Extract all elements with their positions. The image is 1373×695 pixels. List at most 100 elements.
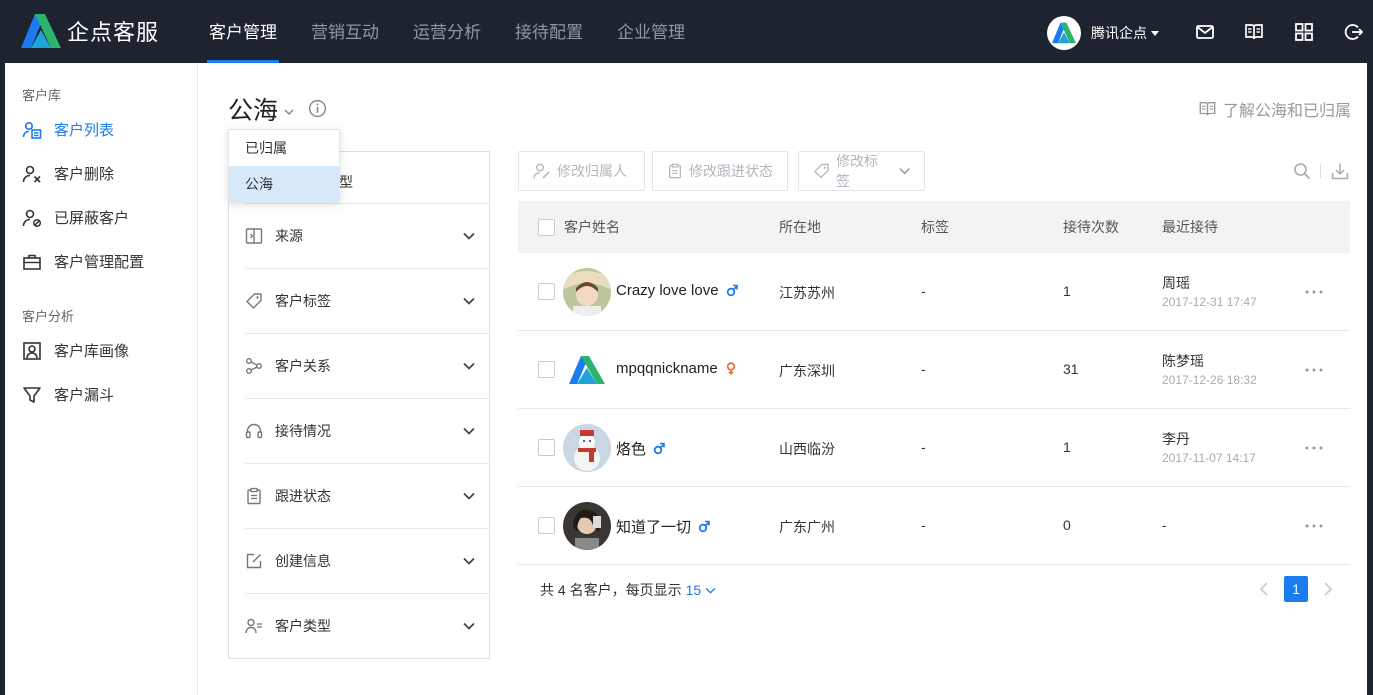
- column-header-last-reception[interactable]: 最近接待: [1162, 201, 1218, 253]
- page-size-select[interactable]: 15: [686, 582, 717, 598]
- last-agent: 陈梦瑶: [1162, 353, 1204, 369]
- visits-cell: 31: [1063, 361, 1079, 377]
- info-icon[interactable]: [308, 99, 327, 118]
- table-row[interactable]: mpqqnickname 广东深圳 - 31 陈梦瑶 2017-12-26 18…: [518, 331, 1350, 409]
- mail-icon[interactable]: [1195, 22, 1215, 42]
- chevron-down-icon: [463, 557, 475, 565]
- column-header-name[interactable]: 客户姓名: [564, 201, 620, 253]
- learn-more-link[interactable]: 了解公海和已归属: [1198, 97, 1351, 121]
- user-remove-icon: [22, 165, 41, 183]
- prev-page-icon[interactable]: [1258, 581, 1270, 597]
- app-window: 企点客服 客户管理 营销互动 运营分析 接待配置 企业管理 腾讯企点 客户库 客…: [5, 0, 1367, 695]
- nav-customer-management[interactable]: 客户管理: [195, 0, 291, 63]
- sidebar-item-label: 已屏蔽客户: [54, 210, 130, 227]
- brand-logo-icon: [21, 14, 61, 48]
- filter-follow-status[interactable]: 跟进状态: [245, 463, 489, 528]
- column-header-tag[interactable]: 标签: [921, 201, 949, 253]
- row-checkbox[interactable]: [538, 283, 555, 300]
- nav-enterprise-management[interactable]: 企业管理: [603, 0, 699, 63]
- next-page-icon[interactable]: [1322, 581, 1334, 597]
- more-icon[interactable]: [1304, 289, 1324, 295]
- book-icon[interactable]: [1244, 22, 1264, 42]
- user-menu[interactable]: 腾讯企点: [1047, 16, 1159, 50]
- sidebar-group-customer-library: 客户库: [22, 88, 62, 103]
- modify-owner-button[interactable]: 修改归属人: [518, 151, 645, 191]
- toolbar-divider: [1320, 164, 1321, 178]
- chevron-down-icon: [463, 427, 475, 435]
- download-icon[interactable]: [1331, 162, 1349, 180]
- location-cell: 山西临汾: [779, 441, 835, 457]
- page-title[interactable]: 公海: [228, 91, 294, 127]
- chevron-down-icon: [284, 109, 294, 116]
- sidebar-item-customer-delete[interactable]: 客户删除: [22, 163, 114, 184]
- filter-reception[interactable]: 接待情况: [245, 398, 489, 463]
- edit-icon: [246, 553, 262, 569]
- table-row[interactable]: 烙色 山西临汾 - 1 李丹 2017-11-07 14:17: [518, 409, 1350, 487]
- apps-grid-icon[interactable]: [1294, 22, 1314, 42]
- table-row[interactable]: 知道了一切 广东广州 - 0 -: [518, 487, 1350, 565]
- nav-marketing[interactable]: 营销互动: [297, 0, 393, 63]
- logo[interactable]: 企点客服: [21, 14, 159, 48]
- sidebar-item-customer-portrait[interactable]: 客户库画像: [22, 340, 129, 361]
- dropdown-option-assigned[interactable]: 已归属: [229, 130, 339, 166]
- last-agent: 周瑶: [1162, 275, 1190, 291]
- modify-follow-status-button[interactable]: 修改跟进状态: [652, 151, 788, 191]
- caret-down-icon: [1151, 30, 1159, 36]
- page-button-current[interactable]: 1: [1284, 576, 1308, 602]
- tag-cell: -: [921, 439, 926, 455]
- search-icon[interactable]: [1293, 162, 1311, 180]
- more-icon[interactable]: [1304, 523, 1324, 529]
- brand-name: 企点客服: [67, 20, 160, 45]
- customer-name[interactable]: mpqqnickname: [616, 360, 718, 377]
- customer-name[interactable]: 烙色: [616, 438, 646, 459]
- tag-cell: -: [921, 517, 926, 533]
- modify-tag-button[interactable]: 修改标签: [798, 151, 925, 191]
- customer-name-cell: 知道了一切: [616, 516, 710, 537]
- more-icon[interactable]: [1304, 367, 1324, 373]
- relation-icon: [246, 358, 262, 374]
- filter-customer-tag[interactable]: 客户标签: [245, 268, 489, 333]
- row-checkbox[interactable]: [538, 439, 555, 456]
- total-count-text: 共 4 名客户，每页显示: [540, 582, 682, 598]
- chevron-down-icon: [463, 622, 475, 630]
- chevron-down-icon: [705, 587, 716, 594]
- button-label: 修改标签: [835, 153, 878, 189]
- pagination-summary: 共 4 名客户，每页显示 15: [540, 580, 716, 600]
- filter-label: 客户类型: [275, 618, 331, 634]
- sidebar-item-customer-funnel[interactable]: 客户漏斗: [22, 384, 114, 405]
- sidebar-item-blocked-customers[interactable]: 已屏蔽客户: [22, 207, 129, 228]
- customer-name-cell: mpqqnickname: [616, 360, 737, 377]
- tag-icon: [814, 163, 829, 179]
- sidebar-item-customer-config[interactable]: 客户管理配置: [22, 251, 144, 272]
- avatar: [563, 424, 611, 472]
- logout-icon[interactable]: [1343, 22, 1363, 42]
- filter-panel: 来源 客户标签 客户关系 接待情况 跟进状态 创建信息 客户类型: [228, 151, 490, 659]
- more-icon[interactable]: [1304, 445, 1324, 451]
- column-header-visits[interactable]: 接待次数: [1063, 201, 1119, 253]
- sidebar-item-label: 客户库画像: [54, 343, 130, 360]
- headset-icon: [245, 423, 263, 439]
- filter-source[interactable]: 来源: [245, 203, 489, 268]
- user-edit-icon: [533, 163, 550, 179]
- filter-customer-relation[interactable]: 客户关系: [245, 333, 489, 398]
- filter-create-info[interactable]: 创建信息: [245, 528, 489, 593]
- customer-name[interactable]: Crazy love love: [616, 282, 719, 299]
- dropdown-option-public-pool[interactable]: 公海: [229, 166, 339, 202]
- chevron-down-icon: [463, 297, 475, 305]
- row-checkbox[interactable]: [538, 517, 555, 534]
- column-header-location[interactable]: 所在地: [779, 201, 821, 253]
- table-row[interactable]: Crazy love love 江苏苏州 - 1 周瑶 2017-12-31 1…: [518, 253, 1350, 331]
- button-label: 修改跟进状态: [689, 163, 773, 179]
- sidebar-item-label: 客户漏斗: [54, 387, 115, 404]
- table-header: 客户姓名 所在地 标签 接待次数 最近接待: [518, 201, 1350, 253]
- filter-customer-type[interactable]: 客户类型: [245, 593, 489, 658]
- customer-name[interactable]: 知道了一切: [616, 516, 691, 537]
- select-all-checkbox[interactable]: [538, 219, 555, 236]
- user-name: 腾讯企点: [1091, 25, 1147, 41]
- sidebar-item-customer-list[interactable]: 客户列表: [22, 119, 114, 140]
- nav-reception-config[interactable]: 接待配置: [501, 0, 597, 63]
- button-label: 修改归属人: [557, 163, 627, 179]
- briefcase-icon: [23, 254, 41, 270]
- row-checkbox[interactable]: [538, 361, 555, 378]
- nav-operations-analysis[interactable]: 运营分析: [399, 0, 495, 63]
